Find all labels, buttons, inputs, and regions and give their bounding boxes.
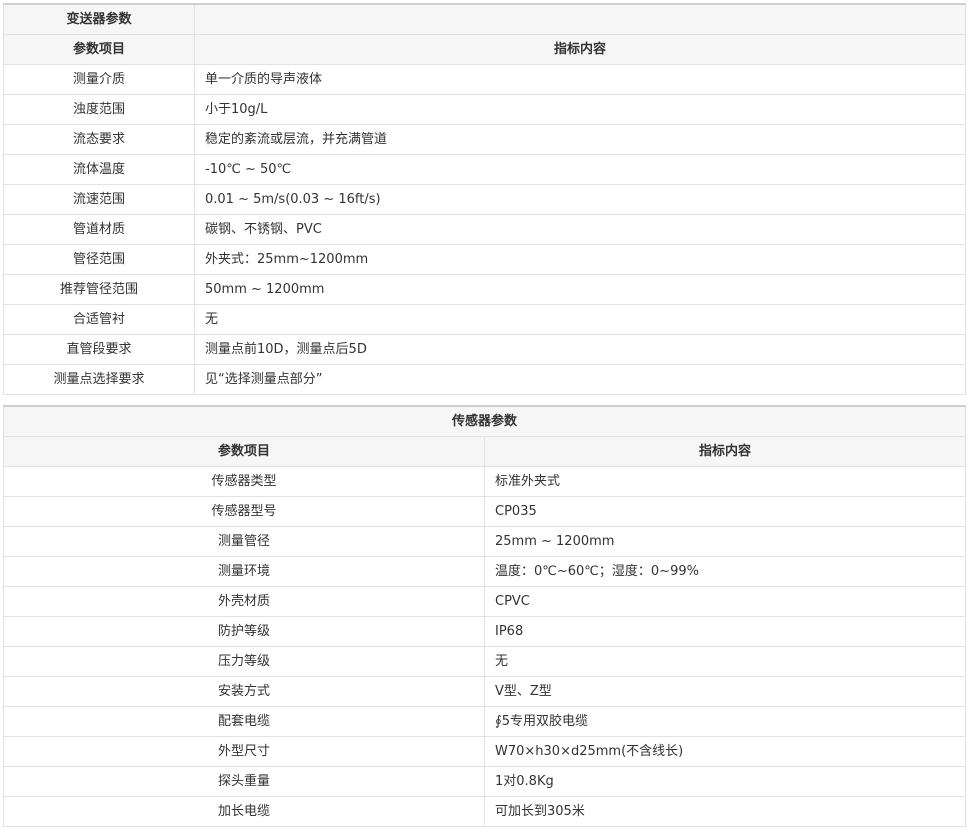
param-value: 可加长到305米 [484, 796, 966, 827]
param-name: 外型尺寸 [3, 736, 485, 767]
param-value: -10℃ ~ 50℃ [194, 154, 966, 185]
table-row: 测量管径 25mm ~ 1200mm [3, 526, 966, 557]
param-name: 流体温度 [3, 154, 195, 185]
table-row: 配套电缆 ∮5专用双胶电缆 [3, 706, 966, 737]
param-value: IP68 [484, 616, 966, 647]
table-row: 浊度范围 小于10g/L [3, 94, 966, 125]
param-value: CP035 [484, 496, 966, 527]
param-name: 管道材质 [3, 214, 195, 245]
table-row: 测量环境 温度：0℃~60℃；湿度：0~99% [3, 556, 966, 587]
table-row: 测量介质 单一介质的导声液体 [3, 64, 966, 95]
param-value: 无 [484, 646, 966, 677]
param-name: 防护等级 [3, 616, 485, 647]
param-value: V型、Z型 [484, 676, 966, 707]
param-name: 合适管衬 [3, 304, 195, 335]
table-row: 压力等级无 [3, 646, 966, 677]
table-row: 管道材质 碳钢、不锈钢、PVC [3, 214, 966, 245]
param-name: 浊度范围 [3, 94, 195, 125]
table-row: 加长电缆 可加长到305米 [3, 796, 966, 827]
table-title-blank [194, 3, 966, 35]
param-value: W70×h30×d25mm(不含线长) [484, 736, 966, 767]
table-row: 传感器型号 CP035 [3, 496, 966, 527]
param-value: 稳定的紊流或层流，并充满管道 [194, 124, 966, 155]
table-row: 安装方式 V型、Z型 [3, 676, 966, 707]
column-header-item: 参数项目 [3, 436, 485, 467]
param-name: 安装方式 [3, 676, 485, 707]
param-value: 单一介质的导声液体 [194, 64, 966, 95]
param-value: 外夹式：25mm~1200mm [194, 244, 966, 275]
column-header-value: 指标内容 [194, 34, 966, 65]
table-row: 管径范围 外夹式：25mm~1200mm [3, 244, 966, 275]
param-name: 直管段要求 [3, 334, 195, 365]
table-row: 流态要求 稳定的紊流或层流，并充满管道 [3, 124, 966, 155]
table-row: 推荐管径范围 50mm ~ 1200mm [3, 274, 966, 305]
column-header-value: 指标内容 [484, 436, 966, 467]
param-name: 探头重量 [3, 766, 485, 797]
table-row: 直管段要求 测量点前10D，测量点后5D [3, 334, 966, 365]
table-row: 探头重量 1对0.8Kg [3, 766, 966, 797]
param-name: 压力等级 [3, 646, 485, 677]
param-value: 测量点前10D，测量点后5D [194, 334, 966, 365]
sensor-params-table: 传感器参数 参数项目 指标内容 传感器类型 标准外夹式 传感器型号 CP035 测量… [3, 405, 966, 827]
param-value: CPVC [484, 586, 966, 617]
param-value: 小于10g/L [194, 94, 966, 125]
param-name: 传感器型号 [3, 496, 485, 527]
table-header-row: 参数项目 指标内容 [3, 34, 966, 65]
table-row: 流体温度 -10℃ ~ 50℃ [3, 154, 966, 185]
param-name: 外壳材质 [3, 586, 485, 617]
transmitter-params-table: 变送器参数 参数项目 指标内容 测量介质 单一介质的导声液体 浊度范围 小于10g/… [3, 3, 966, 395]
table-title-row: 传感器参数 [3, 405, 966, 437]
table-row: 外型尺寸 W70×h30×d25mm(不含线长) [3, 736, 966, 767]
table-row: 合适管衬无 [3, 304, 966, 335]
table-header-row: 参数项目 指标内容 [3, 436, 966, 467]
param-name: 加长电缆 [3, 796, 485, 827]
column-header-item: 参数项目 [3, 34, 195, 65]
param-name: 测量介质 [3, 64, 195, 95]
table-row: 传感器类型 标准外夹式 [3, 466, 966, 497]
table-row: 防护等级 IP68 [3, 616, 966, 647]
param-value: 0.01 ~ 5m/s(0.03 ~ 16ft/s) [194, 184, 966, 215]
param-value: 25mm ~ 1200mm [484, 526, 966, 557]
param-name: 测量环境 [3, 556, 485, 587]
param-name: 管径范围 [3, 244, 195, 275]
table-row: 测量点选择要求 见“选择测量点部分” [3, 364, 966, 395]
param-name: 推荐管径范围 [3, 274, 195, 305]
param-name: 测量管径 [3, 526, 485, 557]
param-value: 50mm ~ 1200mm [194, 274, 966, 305]
param-value: 温度：0℃~60℃；湿度：0~99% [484, 556, 966, 587]
param-value: 无 [194, 304, 966, 335]
param-value: 1对0.8Kg [484, 766, 966, 797]
param-name: 流态要求 [3, 124, 195, 155]
param-name: 配套电缆 [3, 706, 485, 737]
param-value: 标准外夹式 [484, 466, 966, 497]
table-title: 变送器参数 [3, 3, 195, 35]
table-row: 外壳材质 CPVC [3, 586, 966, 617]
param-value: 碳钢、不锈钢、PVC [194, 214, 966, 245]
table-title-row: 变送器参数 [3, 3, 966, 35]
param-value: 见“选择测量点部分” [194, 364, 966, 395]
param-value: ∮5专用双胶电缆 [484, 706, 966, 737]
param-name: 流速范围 [3, 184, 195, 215]
table-title: 传感器参数 [3, 405, 966, 437]
param-name: 传感器类型 [3, 466, 485, 497]
table-row: 流速范围 0.01 ~ 5m/s(0.03 ~ 16ft/s) [3, 184, 966, 215]
param-name: 测量点选择要求 [3, 364, 195, 395]
